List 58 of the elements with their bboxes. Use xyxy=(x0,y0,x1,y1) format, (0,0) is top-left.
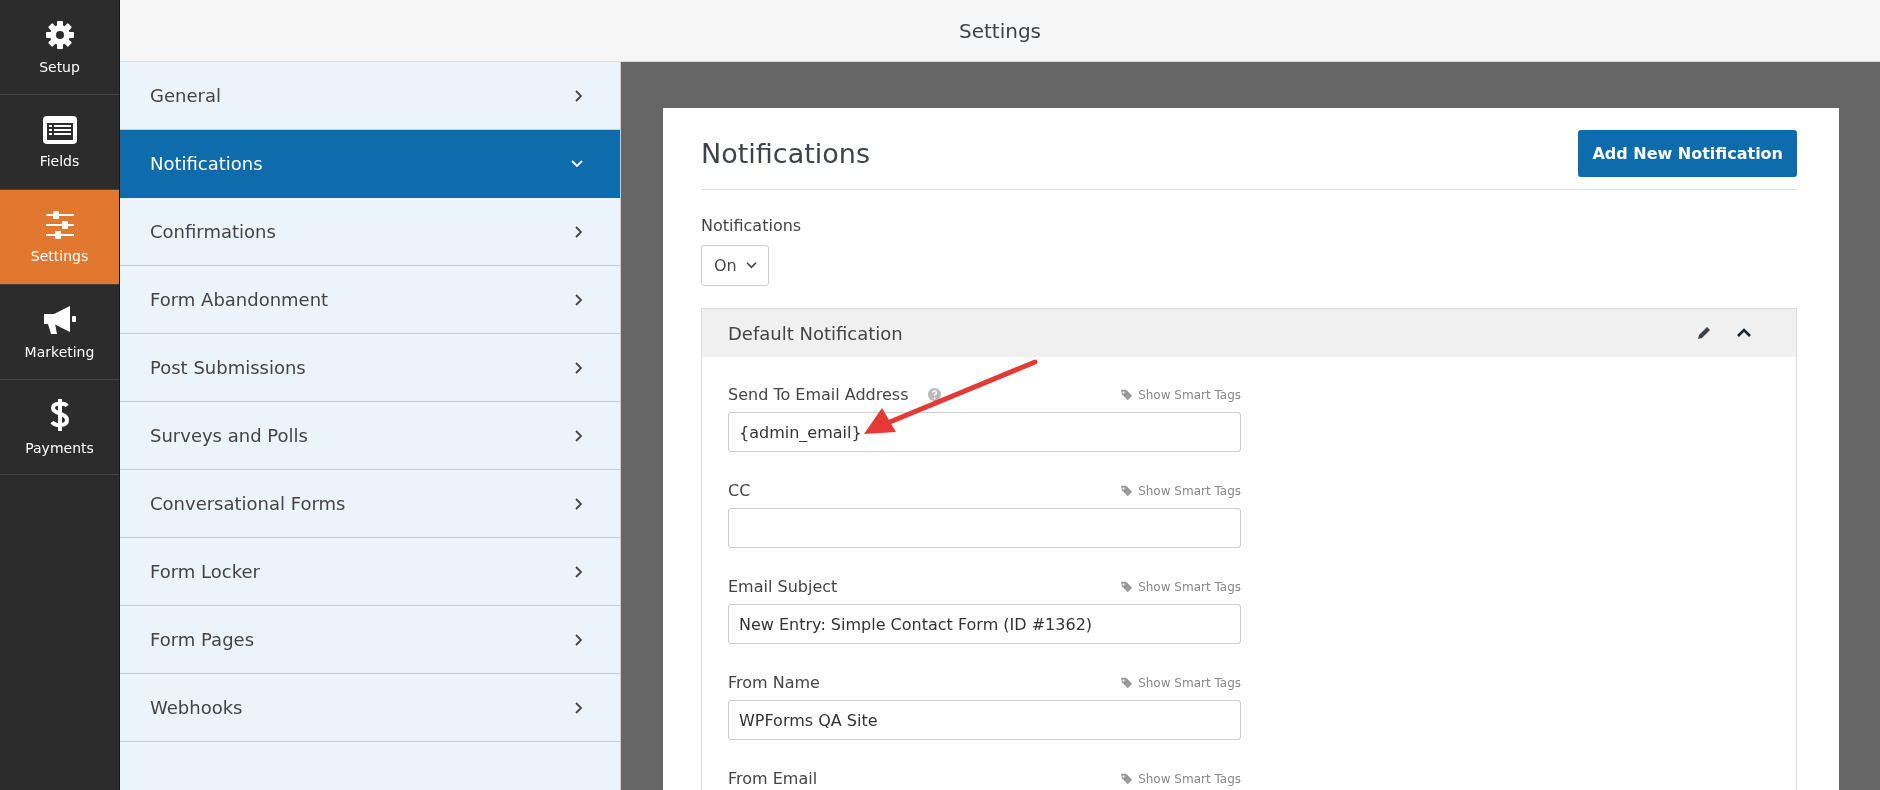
add-notification-button[interactable]: Add New Notification xyxy=(1578,130,1797,177)
chevron-right-icon xyxy=(574,700,584,715)
pencil-icon[interactable] xyxy=(1696,325,1712,341)
page-title: Settings xyxy=(959,18,1041,43)
menu-item[interactable]: Form Abandonment xyxy=(120,266,620,334)
input-field[interactable] xyxy=(728,508,1241,548)
field-label: CC xyxy=(728,481,751,500)
smart-tags-link[interactable]: Show Smart Tags xyxy=(1120,675,1241,690)
smart-tags-link[interactable]: Show Smart Tags xyxy=(1120,483,1241,498)
menu-item[interactable]: Form Pages xyxy=(120,606,620,674)
field-label: Notifications xyxy=(701,216,803,235)
tags-icon xyxy=(1120,388,1135,401)
nav-tab[interactable]: Setup xyxy=(0,0,119,95)
field-label: From Email xyxy=(728,769,818,788)
notification-title: Default Notification xyxy=(728,322,903,344)
chevron-up-icon[interactable] xyxy=(1736,328,1752,338)
menu-item[interactable]: Post Submissions xyxy=(120,334,620,402)
chevron-right-icon xyxy=(574,292,584,307)
chevron-right-icon xyxy=(574,564,584,579)
chevron-right-icon xyxy=(574,496,584,511)
smart-tags-link[interactable]: Show Smart Tags xyxy=(1120,579,1241,594)
field-label: From Name xyxy=(728,673,820,692)
notifications-select[interactable]: On xyxy=(701,245,769,286)
input-field[interactable]: {admin_email} xyxy=(728,412,1241,452)
chevron-right-icon xyxy=(574,632,584,647)
chevron-right-icon xyxy=(574,224,584,239)
gear-icon xyxy=(43,19,76,51)
chevron-down-icon xyxy=(744,261,758,270)
menu-item[interactable]: Surveys and Polls xyxy=(120,402,620,470)
panel-title: Notifications xyxy=(701,138,870,169)
menu-item[interactable]: Notifications xyxy=(120,130,620,198)
dollar-icon xyxy=(48,398,71,432)
tags-icon xyxy=(1120,676,1135,689)
nav-tab[interactable]: Payments xyxy=(0,380,119,475)
smart-tags-link[interactable]: Show Smart Tags xyxy=(1120,771,1241,786)
nav-tab[interactable]: Marketing xyxy=(0,285,119,380)
field-label: Send To Email Address xyxy=(728,385,909,404)
nav-tab[interactable]: Fields xyxy=(0,95,119,190)
list-icon xyxy=(41,115,78,145)
field-label: Email Subject xyxy=(728,577,838,596)
help-icon[interactable] xyxy=(926,387,942,402)
tags-icon xyxy=(1120,484,1135,497)
smart-tags-link[interactable]: Show Smart Tags xyxy=(1120,387,1241,402)
menu-item[interactable]: Confirmations xyxy=(120,198,620,266)
tags-icon xyxy=(1120,772,1135,785)
chevron-right-icon xyxy=(574,88,584,103)
tags-icon xyxy=(1120,580,1135,593)
menu-item[interactable]: Conversational Forms xyxy=(120,470,620,538)
notification-header[interactable]: Default Notification xyxy=(702,309,1796,357)
menu-item[interactable]: Form Locker xyxy=(120,538,620,606)
input-field[interactable]: New Entry: Simple Contact Form (ID #1362) xyxy=(728,604,1241,644)
chevron-right-icon xyxy=(574,360,584,375)
sliders-icon xyxy=(43,210,76,240)
chevron-right-icon xyxy=(574,428,584,443)
input-field[interactable]: WPForms QA Site xyxy=(728,700,1241,740)
megaphone-icon xyxy=(41,304,78,336)
menu-item[interactable]: Webhooks xyxy=(120,674,620,742)
chevron-down-icon xyxy=(570,158,584,169)
